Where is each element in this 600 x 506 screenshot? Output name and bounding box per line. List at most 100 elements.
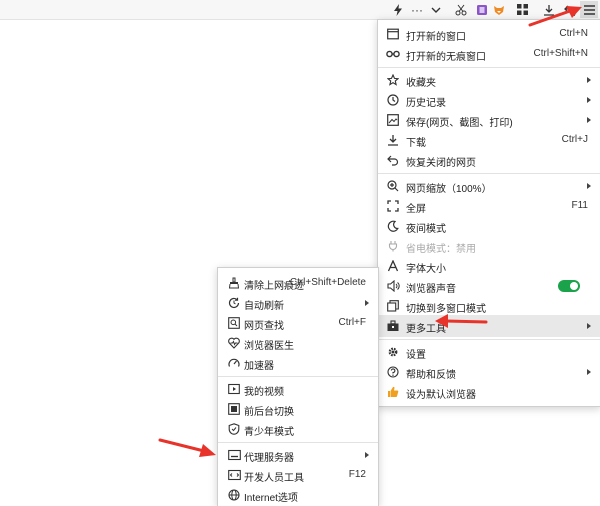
menu-item-shortcut: F12 (348, 469, 366, 480)
menu-item-label: 我的视频 (244, 387, 284, 398)
menu-item-label: 网页查找 (244, 321, 284, 332)
speedometer-icon (227, 356, 241, 370)
annotation-arrow-proxy-server (158, 438, 216, 457)
menu-item-browser-sound[interactable]: 浏览器声音 (378, 275, 600, 297)
shield-icon (227, 422, 241, 436)
menu-item-label: 青少年模式 (244, 427, 294, 438)
menu-item-font-size[interactable]: 字体大小 (378, 255, 600, 277)
window-icon (386, 27, 400, 41)
tools-item-internet-options[interactable]: Internet选项 (218, 484, 378, 506)
sound-toggle-switch[interactable] (558, 280, 580, 292)
save-image-icon (386, 113, 400, 127)
fullscreen-icon (386, 199, 400, 213)
clock-icon (386, 93, 400, 107)
tools-item-proxy-server[interactable]: 代理服务器 (218, 444, 378, 466)
tools-item-teen-mode[interactable]: 青少年模式 (218, 418, 378, 440)
more-dots-glyph: ··· (411, 2, 423, 17)
scissors-icon[interactable] (452, 1, 470, 18)
menu-item-label: 全屏 (406, 204, 426, 215)
lightning-icon[interactable] (389, 1, 407, 18)
menu-item-multi-window-mode[interactable]: 切换到多窗口模式 (378, 295, 600, 317)
menu-item-label: 恢复关闭的网页 (406, 158, 476, 169)
extension-fox-icon[interactable] (490, 1, 508, 18)
menu-item-label: 打开新的窗口 (406, 32, 466, 43)
menu-item-help-feedback[interactable]: 帮助和反馈 (378, 361, 600, 383)
menu-item-shortcut: F11 (571, 200, 589, 211)
submenu-arrow-icon (587, 323, 591, 329)
menu-item-zoom[interactable]: 网页缩放（100%） (378, 175, 600, 197)
more-tools-submenu: 清除上网痕迹 Ctrl+Shift+Delete 自动刷新 网页查找 Ctrl+… (217, 267, 379, 506)
menu-item-label: 浏览器医生 (244, 341, 294, 352)
chevron-down-icon[interactable] (427, 1, 445, 18)
menu-item-label: 历史记录 (406, 98, 446, 109)
download-icon (386, 133, 400, 147)
proxy-server-icon (227, 448, 241, 462)
video-play-icon (227, 382, 241, 396)
menu-item-save[interactable]: 保存(网页、截图、打印) (378, 109, 600, 131)
menu-item-shortcut: Ctrl+J (561, 134, 588, 145)
incognito-glasses-icon (386, 47, 400, 61)
power-plug-icon (386, 239, 400, 253)
menu-item-restore-closed-page[interactable]: 恢复关闭的网页 (378, 149, 600, 171)
submenu-arrow-icon (587, 183, 591, 189)
tools-item-auto-refresh[interactable]: 自动刷新 (218, 292, 378, 314)
menu-separator (378, 339, 600, 340)
menu-item-new-incognito-window[interactable]: 打开新的无痕窗口 Ctrl+Shift+N (378, 43, 600, 65)
menu-separator (218, 442, 378, 443)
menu-item-shortcut: Ctrl+F (338, 317, 367, 328)
tools-item-find-in-page[interactable]: 网页查找 Ctrl+F (218, 312, 378, 334)
menu-item-label: 网页缩放（100%） (406, 184, 492, 195)
menu-item-downloads[interactable]: 下载 Ctrl+J (378, 129, 600, 151)
tools-item-my-videos[interactable]: 我的视频 (218, 378, 378, 400)
submenu-arrow-icon (587, 369, 591, 375)
annotation-arrow-more-tools (435, 314, 488, 328)
menu-item-set-default-browser[interactable]: 设为默认浏览器 (378, 381, 600, 403)
tools-item-accelerator[interactable]: 加速器 (218, 352, 378, 374)
submenu-arrow-icon (587, 117, 591, 123)
tools-item-developer-tools[interactable]: 开发人员工具 F12 (218, 464, 378, 486)
menu-item-label: 省电模式：禁用 (406, 244, 476, 255)
menu-item-night-mode[interactable]: 夜间模式 (378, 215, 600, 237)
menu-item-favorites[interactable]: 收藏夹 (378, 69, 600, 91)
broom-icon (227, 276, 241, 290)
menu-item-settings[interactable]: 设置 (378, 341, 600, 363)
submenu-arrow-icon (365, 300, 369, 306)
speaker-icon (386, 279, 400, 293)
menu-item-fullscreen[interactable]: 全屏 F11 (378, 195, 600, 217)
extension-purple-icon[interactable] (473, 1, 491, 18)
gear-icon (386, 345, 400, 359)
tools-item-clear-browsing-data[interactable]: 清除上网痕迹 Ctrl+Shift+Delete (218, 272, 378, 294)
restore-arrow-icon (386, 153, 400, 167)
menu-item-history[interactable]: 历史记录 (378, 89, 600, 111)
menu-item-label: 收藏夹 (406, 78, 436, 89)
tools-item-foreground-background-switch[interactable]: 前后台切换 (218, 398, 378, 420)
switch-window-icon (227, 402, 241, 416)
menu-item-label: 设置 (406, 350, 426, 361)
menu-item-label: 浏览器声音 (406, 284, 456, 295)
heart-pulse-icon (227, 336, 241, 350)
menu-item-label: 打开新的无痕窗口 (406, 52, 486, 63)
menu-item-power-saving: 省电模式：禁用 (378, 235, 600, 257)
menu-item-label: 夜间模式 (406, 224, 446, 235)
font-icon (386, 259, 400, 273)
menu-item-label: 保存(网页、截图、打印) (406, 118, 513, 129)
submenu-arrow-icon (587, 77, 591, 83)
multi-window-icon (386, 299, 400, 313)
menu-item-shortcut: Ctrl+Shift+N (533, 48, 588, 59)
menu-item-label: 字体大小 (406, 264, 446, 275)
menu-item-shortcut: Ctrl+Shift+Delete (289, 277, 366, 288)
annotation-arrow-menu (528, 6, 582, 27)
more-dots-icon[interactable]: ··· (408, 1, 426, 18)
menu-item-label: 代理服务器 (244, 453, 294, 464)
menu-item-label: 前后台切换 (244, 407, 294, 418)
menu-item-more-tools[interactable]: 更多工具 (378, 315, 600, 337)
zoom-icon (386, 179, 400, 193)
globe-icon (227, 488, 241, 502)
menu-item-label: 开发人员工具 (244, 473, 304, 484)
menu-item-label: 帮助和反馈 (406, 370, 456, 381)
toolbox-icon (386, 319, 400, 333)
browser-toolbar: ··· (0, 0, 600, 20)
tools-item-browser-doctor[interactable]: 浏览器医生 (218, 332, 378, 354)
submenu-arrow-icon (587, 97, 591, 103)
find-page-icon (227, 316, 241, 330)
